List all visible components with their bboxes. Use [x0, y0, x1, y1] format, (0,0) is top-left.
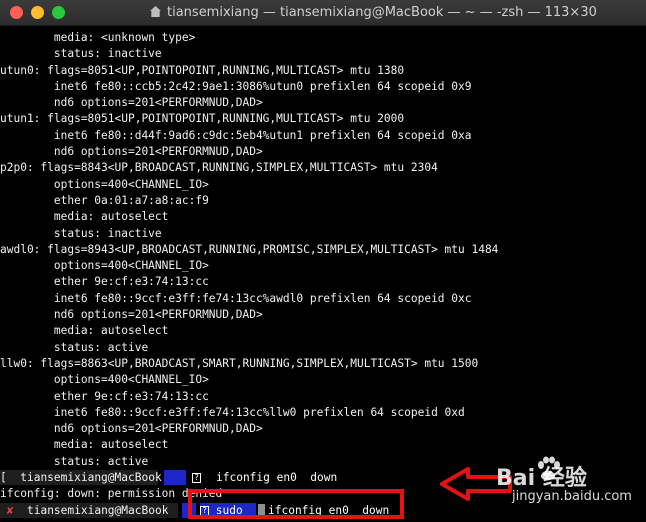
- error-status-mark: ✘: [6, 503, 14, 517]
- output-line-text: options=400<CHANNEL_IO>: [0, 373, 209, 387]
- output-line: ether 0a:01:a7:a8:ac:f9: [0, 193, 646, 209]
- minimize-button[interactable]: [31, 6, 44, 19]
- output-line: nd6 options=201<PERFORMNUD,DAD>: [0, 95, 646, 111]
- output-line-text: status: inactive: [0, 226, 162, 240]
- output-line: media: <unknown type>: [0, 30, 646, 46]
- paw-logo-icon: [538, 456, 560, 480]
- output-line-text: options=400<CHANNEL_IO>: [0, 177, 209, 191]
- question-box-icon: ?: [192, 473, 201, 484]
- output-line-text: media: <unknown type>: [0, 31, 196, 44]
- output-line-text: p2p0: flags=8843<UP,BROADCAST,RUNNING,SI…: [0, 161, 438, 175]
- prompt-user-host: tiansemixiang@MacBook: [20, 471, 162, 485]
- prompt-user-host-2: tiansemixiang@MacBook: [26, 503, 169, 517]
- zoom-button[interactable]: [52, 6, 65, 19]
- output-line: awdl0: flags=8943<UP,BROADCAST,RUNNING,P…: [0, 242, 646, 258]
- output-line: media: autoselect: [0, 209, 646, 225]
- output-line-text: nd6 options=201<PERFORMNUD,DAD>: [0, 96, 263, 110]
- output-line-text: ether 0a:01:a7:a8:ac:f9: [0, 193, 209, 207]
- terminal-output: media: <unknown type> status: inactive ut…: [0, 30, 646, 470]
- output-line: options=400<CHANNEL_IO>: [0, 258, 646, 274]
- title-bar: tiansemixiang — tiansemixiang@MacBook — …: [0, 0, 646, 26]
- output-line-text: status: inactive: [0, 47, 162, 61]
- highlight-box: [188, 489, 404, 519]
- output-line-text: utun1: flags=8051<UP,POINTOPOINT,RUNNING…: [0, 112, 405, 126]
- output-line-text: status: active: [0, 454, 149, 468]
- output-line: status: active: [0, 340, 646, 356]
- prompt-bracket: [: [0, 471, 7, 485]
- window-title: tiansemixiang — tiansemixiang@MacBook — …: [150, 5, 646, 20]
- prompt-dir-segment: [164, 470, 186, 486]
- output-line-text: options=400<CHANNEL_IO>: [0, 259, 209, 273]
- output-line-text: utun0: flags=8051<UP,POINTOPOINT,RUNNING…: [0, 63, 405, 77]
- prompt-user-segment: [ tiansemixiang@MacBook: [0, 470, 162, 486]
- prompt-icon-segment: ?: [192, 470, 206, 485]
- output-line: utun1: flags=8051<UP,POINTOPOINT,RUNNING…: [0, 111, 646, 127]
- output-line-text: nd6 options=201<PERFORMNUD,DAD>: [0, 308, 263, 322]
- output-line-text: inet6 fe80::d44f:9ad6:c9dc:5eb4%utun1 pr…: [0, 128, 472, 142]
- output-line: p2p0: flags=8843<UP,BROADCAST,RUNNING,SI…: [0, 160, 646, 176]
- output-line: media: autoselect: [0, 323, 646, 339]
- prompt-user-segment-2: ✘ tiansemixiang@MacBook: [0, 502, 178, 518]
- output-line: llw0: flags=8863<UP,BROADCAST,SMART,RUNN…: [0, 356, 646, 372]
- output-line: status: inactive: [0, 226, 646, 242]
- output-line: nd6 options=201<PERFORMNUD,DAD>: [0, 307, 646, 323]
- output-line-text: status: active: [0, 340, 149, 354]
- output-line: inet6 fe80::d44f:9ad6:c9dc:5eb4%utun1 pr…: [0, 128, 646, 144]
- output-line-text: llw0: flags=8863<UP,BROADCAST,SMART,RUNN…: [0, 356, 479, 370]
- output-line-text: media: autoselect: [0, 324, 169, 338]
- watermark-domain: jingyan.baidu.com: [512, 489, 632, 504]
- output-line-text: nd6 options=201<PERFORMNUD,DAD>: [0, 422, 263, 436]
- output-line-text: awdl0: flags=8943<UP,BROADCAST,RUNNING,P…: [0, 242, 499, 256]
- output-line: options=400<CHANNEL_IO>: [0, 372, 646, 388]
- output-line: inet6 fe80::9ccf:e3ff:fe74:13cc%llw0 pre…: [0, 405, 646, 421]
- output-line-text: nd6 options=201<PERFORMNUD,DAD>: [0, 145, 263, 159]
- output-line: utun0: flags=8051<UP,POINTOPOINT,RUNNING…: [0, 63, 646, 79]
- prompt-command: ifconfig en0 down: [216, 471, 338, 485]
- output-line: options=400<CHANNEL_IO>: [0, 177, 646, 193]
- output-line-text: inet6 fe80::ccb5:2c42:9ae1:3086%utun0 pr…: [0, 79, 472, 93]
- home-folder-icon: [150, 6, 161, 17]
- output-line-text: inet6 fe80::9ccf:e3ff:fe74:13cc%llw0 pre…: [0, 405, 465, 419]
- output-line-text: media: autoselect: [0, 438, 169, 452]
- baidu-watermark: Bai 经验 jingyan.baidu.com: [458, 443, 638, 517]
- output-line-text: media: autoselect: [0, 210, 169, 224]
- window-title-text: tiansemixiang — tiansemixiang@MacBook — …: [167, 5, 597, 20]
- close-button[interactable]: [10, 6, 23, 19]
- output-line: inet6 fe80::9ccf:e3ff:fe74:13cc%awdl0 pr…: [0, 291, 646, 307]
- output-line: status: inactive: [0, 46, 646, 62]
- output-line: ether 9e:cf:e3:74:13:cc: [0, 274, 646, 290]
- output-line: inet6 fe80::ccb5:2c42:9ae1:3086%utun0 pr…: [0, 79, 646, 95]
- output-line: nd6 options=201<PERFORMNUD,DAD>: [0, 421, 646, 437]
- output-line-text: inet6 fe80::9ccf:e3ff:fe74:13cc%awdl0 pr…: [0, 291, 472, 305]
- output-line-text: ether 9e:cf:e3:74:13:cc: [0, 389, 209, 403]
- output-line: nd6 options=201<PERFORMNUD,DAD>: [0, 144, 646, 160]
- terminal-window: tiansemixiang — tiansemixiang@MacBook — …: [0, 0, 646, 522]
- output-line: ether 9e:cf:e3:74:13:cc: [0, 389, 646, 405]
- output-line-text: ether 9e:cf:e3:74:13:cc: [0, 275, 209, 289]
